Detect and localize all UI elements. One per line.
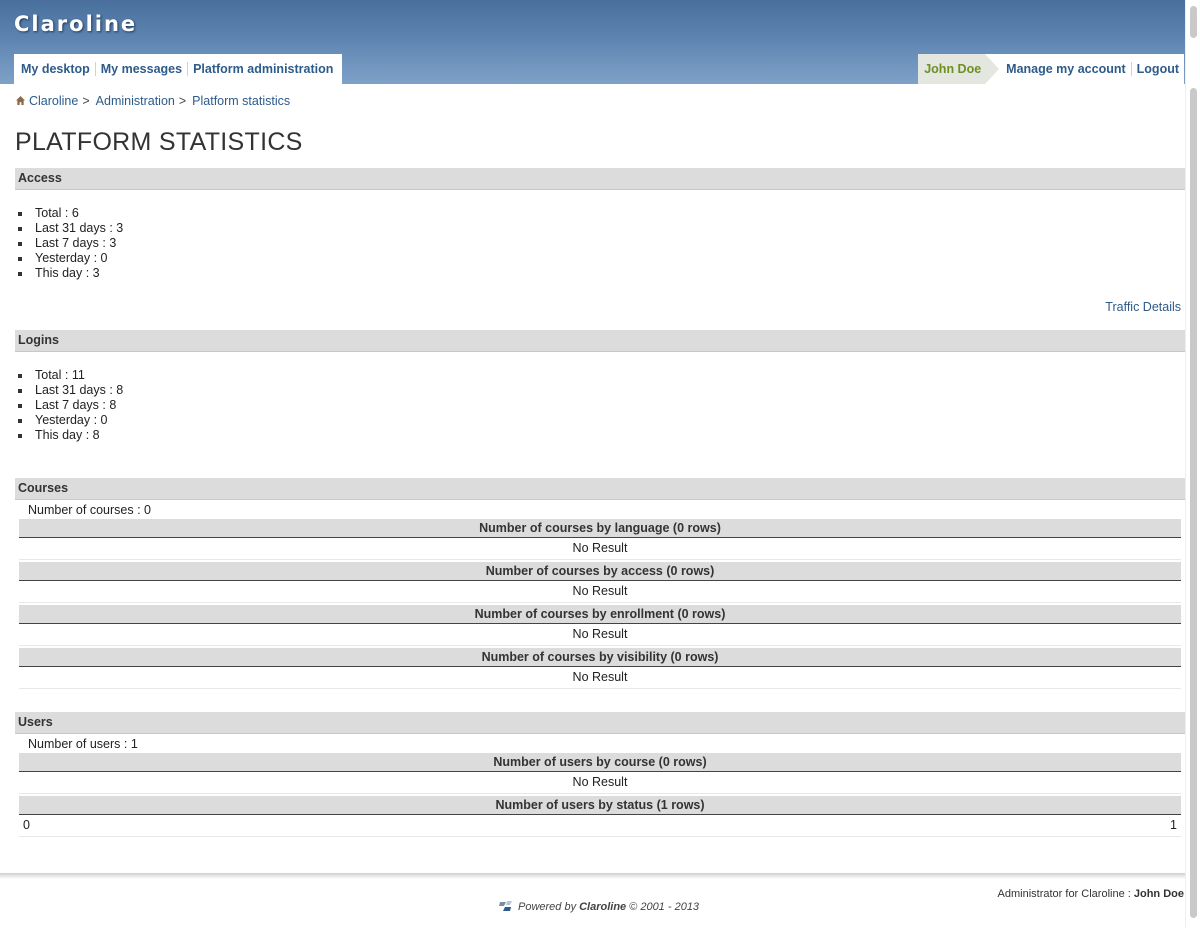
scrollbar-thumb-main[interactable] — [1190, 88, 1197, 918]
user-name-tab[interactable]: John Doe — [918, 54, 1000, 84]
footer-admin-name[interactable]: John Doe — [1134, 888, 1184, 900]
breadcrumb-claroline[interactable]: Claroline — [29, 94, 78, 108]
breadcrumb: Claroline > Administration > Platform st… — [16, 94, 290, 108]
access-stats-list: Total : 6 Last 31 days : 3 Last 7 days :… — [17, 206, 124, 281]
footer-admin-label: Administrator for Claroline : — [997, 888, 1131, 900]
user-nav: John Doe Manage my account Logout — [918, 54, 1184, 84]
courses-by-visibility-table: Number of courses by visibility (0 rows)… — [19, 648, 1181, 689]
footer-claroline-link[interactable]: Claroline — [579, 901, 626, 913]
list-item: Last 31 days : 8 — [17, 383, 124, 397]
courses-count: Number of courses : 0 — [28, 503, 151, 517]
list-item: Yesterday : 0 — [17, 251, 123, 266]
courses-section-header: Courses — [15, 478, 1185, 500]
table-row: No Result — [19, 667, 1181, 689]
table-header: Number of courses by visibility (0 rows) — [19, 648, 1181, 667]
users-by-status-table: Number of users by status (1 rows) 0 1 — [19, 796, 1181, 837]
claroline-logo-icon — [499, 901, 512, 911]
users-section-header: Users — [15, 712, 1185, 734]
table-row: No Result — [19, 581, 1181, 603]
main-nav: My desktop My messages Platform administ… — [14, 54, 343, 84]
access-section-header: Access — [15, 168, 1185, 190]
table-header: Number of users by status (1 rows) — [19, 796, 1181, 815]
courses-by-language-table: Number of courses by language (0 rows) N… — [19, 519, 1181, 560]
nav-platform-administration[interactable]: Platform administration — [188, 62, 338, 76]
footer-divider — [0, 873, 1185, 879]
status-cell: 0 — [23, 818, 30, 832]
users-count: Number of users : 1 — [28, 737, 138, 751]
users-by-course-table: Number of users by course (0 rows) No Re… — [19, 753, 1181, 794]
nav-manage-account[interactable]: Manage my account — [1001, 62, 1132, 76]
list-item: Yesterday : 0 — [17, 413, 123, 428]
logins-stats-list: Total : 11 Last 31 days : 8 Last 7 days … — [17, 368, 124, 443]
nav-my-messages[interactable]: My messages — [96, 62, 189, 76]
list-item: Total : 11 — [17, 368, 123, 383]
footer-powered-by: Powered by Claroline © 2001 - 2013 — [498, 900, 699, 913]
list-item: Last 7 days : 3 — [17, 236, 123, 251]
logins-section-header: Logins — [15, 330, 1185, 352]
courses-by-access-table: Number of courses by access (0 rows) No … — [19, 562, 1181, 603]
list-item: This day : 8 — [17, 428, 123, 443]
scrollbar-thumb[interactable] — [1190, 6, 1197, 38]
list-item: Last 31 days : 3 — [17, 221, 124, 235]
courses-by-enrollment-table: Number of courses by enrollment (0 rows)… — [19, 605, 1181, 646]
table-header: Number of courses by enrollment (0 rows) — [19, 605, 1181, 624]
footer-copyright: © 2001 - 2013 — [629, 900, 700, 913]
page-title: PLATFORM STATISTICS — [15, 128, 303, 156]
table-header: Number of courses by access (0 rows) — [19, 562, 1181, 581]
home-icon — [16, 95, 25, 105]
table-row: No Result — [19, 624, 1181, 646]
traffic-details-link[interactable]: Traffic Details — [1105, 300, 1181, 314]
breadcrumb-administration[interactable]: Administration — [96, 94, 175, 108]
breadcrumb-platform-statistics[interactable]: Platform statistics — [192, 94, 290, 108]
nav-logout[interactable]: Logout — [1132, 62, 1184, 76]
list-item: This day : 3 — [17, 266, 123, 281]
vertical-scrollbar[interactable] — [1185, 0, 1200, 928]
table-row: 0 1 — [19, 815, 1181, 837]
footer-powered-label: Powered by — [518, 900, 577, 913]
table-header: Number of users by course (0 rows) — [19, 753, 1181, 772]
nav-my-desktop[interactable]: My desktop — [16, 62, 96, 76]
header-banner: Claroline My desktop My messages Platfor… — [0, 0, 1200, 84]
table-header: Number of courses by language (0 rows) — [19, 519, 1181, 538]
list-item: Total : 6 — [17, 206, 123, 221]
breadcrumb-separator: > — [82, 94, 90, 108]
site-title[interactable]: Claroline — [14, 12, 137, 36]
count-cell: 1 — [1170, 818, 1177, 832]
list-item: Last 7 days : 8 — [17, 398, 123, 413]
table-row: No Result — [19, 772, 1181, 794]
footer-administrator: Administrator for Claroline : John Doe — [998, 888, 1184, 900]
table-row: No Result — [19, 538, 1181, 560]
breadcrumb-separator: > — [178, 94, 187, 108]
